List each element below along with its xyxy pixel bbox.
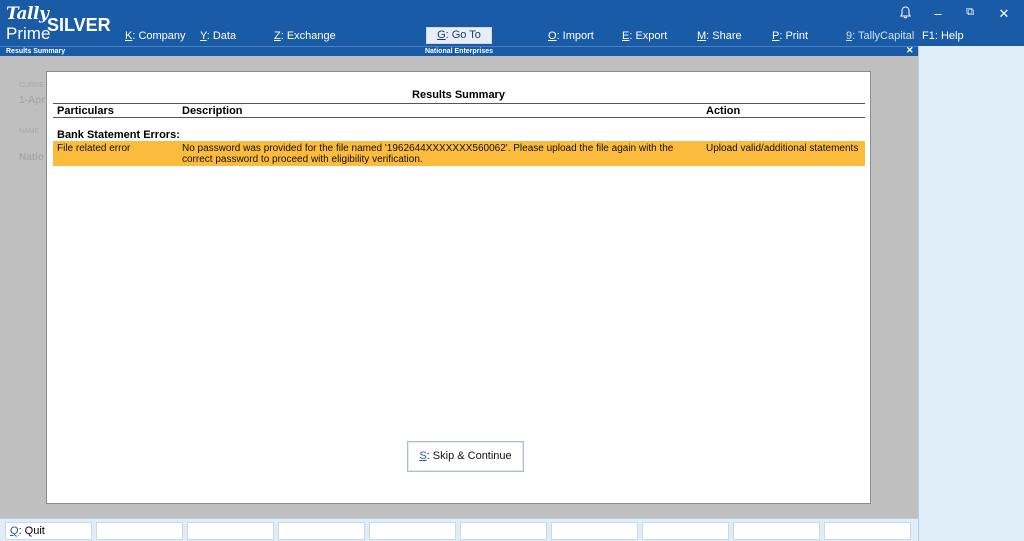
right-button-panel bbox=[918, 46, 1024, 541]
bottom-slot-10[interactable] bbox=[824, 522, 911, 540]
table-header: Particulars Description Action bbox=[53, 103, 865, 118]
close-screen-icon[interactable]: ✕ bbox=[906, 46, 914, 55]
column-particulars: Particulars bbox=[57, 105, 114, 117]
ghost-company: Natio bbox=[19, 152, 44, 163]
bottom-slot-6[interactable] bbox=[460, 522, 547, 540]
column-action: Action bbox=[706, 105, 741, 117]
logo-tally-text: Tally bbox=[6, 4, 49, 24]
close-window-icon[interactable]: ✕ bbox=[995, 6, 1013, 22]
bottom-slot-2[interactable] bbox=[96, 522, 183, 540]
bottom-slot-4[interactable] bbox=[278, 522, 365, 540]
menu-help[interactable]: F1: Help bbox=[922, 30, 964, 42]
bottom-slot-8[interactable] bbox=[642, 522, 729, 540]
quit-button[interactable]: Q: Quit bbox=[5, 522, 92, 540]
menu-company[interactable]: K: Company bbox=[125, 30, 186, 42]
bottom-slot-7[interactable] bbox=[551, 522, 638, 540]
skip-continue-button[interactable]: S: Skip & Continue bbox=[407, 441, 524, 472]
row-particulars: File related error bbox=[57, 143, 131, 154]
menu-tallycapital[interactable]: 9: TallyCapital bbox=[846, 30, 914, 42]
column-description: Description bbox=[182, 105, 243, 117]
company-name: National Enterprises bbox=[424, 48, 494, 55]
ghost-date: 1-Apr bbox=[19, 95, 46, 106]
dialog-title: Results Summary bbox=[412, 89, 505, 101]
results-summary-dialog: Results Summary Particulars Description … bbox=[46, 71, 871, 504]
row-action: Upload valid/additional statements bbox=[706, 143, 859, 154]
title-bar: Tally Prime SILVER K: Company Y: Data Z:… bbox=[0, 0, 1024, 46]
minimize-icon[interactable]: – bbox=[929, 6, 947, 21]
menu-print[interactable]: P: Print bbox=[772, 30, 808, 42]
ghost-current-label: CURRE bbox=[19, 82, 44, 89]
menu-goto[interactable]: G: Go To bbox=[426, 27, 492, 44]
row-description: No password was provided for the file na… bbox=[182, 143, 674, 165]
bell-icon[interactable] bbox=[896, 6, 914, 22]
menu-exchange[interactable]: Z: Exchange bbox=[274, 30, 336, 42]
edition-label: SILVER bbox=[47, 15, 111, 35]
menu-import[interactable]: O: Import bbox=[548, 30, 594, 42]
section-heading: Bank Statement Errors: bbox=[57, 129, 180, 141]
menu-share[interactable]: M: Share bbox=[697, 30, 742, 42]
menu-data[interactable]: Y: Data bbox=[200, 30, 236, 42]
table-row[interactable]: File related error No password was provi… bbox=[53, 141, 865, 166]
menu-export[interactable]: E: Export bbox=[622, 30, 667, 42]
logo-prime-text: Prime bbox=[6, 24, 51, 43]
bottom-slot-9[interactable] bbox=[733, 522, 820, 540]
screen-title-strip: Results Summary National Enterprises ✕ bbox=[0, 46, 918, 56]
ghost-name-label: NAME bbox=[19, 128, 40, 135]
bottom-slot-5[interactable] bbox=[369, 522, 456, 540]
bottom-button-bar: Q: Quit bbox=[0, 518, 918, 541]
tally-logo: Tally Prime SILVER bbox=[6, 4, 116, 44]
restore-icon[interactable]: ⧉ bbox=[961, 6, 979, 19]
bottom-slot-3[interactable] bbox=[187, 522, 274, 540]
